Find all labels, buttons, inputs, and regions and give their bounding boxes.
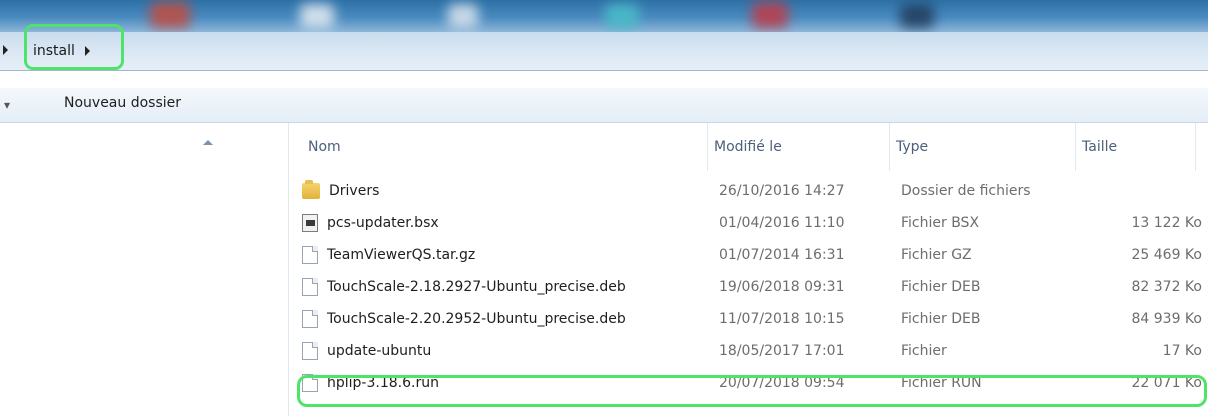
column-header-name[interactable]: Nom [302,123,708,171]
file-list: Nom Modifié le Type Taille Drivers 26/10… [290,123,1208,416]
file-size: 13 122 Ko [1131,215,1203,231]
sort-ascending-icon [203,140,213,145]
document-icon [302,278,318,296]
document-icon [302,310,318,328]
folder-icon [302,180,320,199]
file-name: TouchScale-2.18.2927-Ubuntu_precise.deb [327,279,626,295]
file-type: Fichier DEB [901,311,981,327]
file-modified: 11/07/2018 10:15 [719,311,845,327]
address-bar[interactable]: install [0,32,1208,71]
file-size [1052,179,1202,203]
file-row-touchscale-2-18[interactable]: TouchScale-2.18.2927-Ubuntu_precise.deb … [302,275,1204,299]
document-icon [302,246,318,264]
column-header-size-label: Taille [1082,139,1118,155]
file-modified: 26/10/2016 14:27 [719,183,845,199]
file-type: Fichier GZ [901,247,972,263]
file-row-pcs-updater[interactable]: pcs-updater.bsx 01/04/2016 11:10 Fichier… [302,211,1204,235]
file-modified: 01/04/2016 11:10 [719,215,845,231]
file-name: TouchScale-2.20.2952-Ubuntu_precise.deb [327,311,626,327]
file-modified: 01/07/2014 16:31 [719,247,845,263]
file-modified: 19/06/2018 09:31 [719,279,845,295]
file-name: pcs-updater.bsx [327,215,439,231]
new-folder-button[interactable]: Nouveau dossier [62,94,183,112]
column-header-type[interactable]: Type [890,123,1076,171]
file-size: 17 Ko [1162,343,1202,359]
toolbar: ▾ Nouveau dossier [0,88,1208,123]
blurred-app-icon [752,2,788,28]
column-header-size[interactable]: Taille [1076,123,1196,171]
navigation-pane[interactable] [0,123,289,416]
window-title-strip [0,0,1208,32]
blurred-app-icon [300,4,334,28]
file-row-update-ubuntu[interactable]: update-ubuntu 18/05/2017 17:01 Fichier 1… [302,339,1204,363]
file-size: 82 372 Ko [1131,279,1203,295]
file-name: TeamViewerQS.tar.gz [327,247,476,263]
blurred-app-icon [900,4,934,28]
file-modified: 18/05/2017 17:01 [719,343,845,359]
column-header-modified[interactable]: Modifié le [708,123,890,171]
file-row-drivers[interactable]: Drivers 26/10/2016 14:27 Dossier de fich… [302,179,1204,203]
file-name: update-ubuntu [327,343,432,359]
document-icon [302,342,318,360]
breadcrumb-expand-icon[interactable] [3,45,8,55]
toolbar-dropdown-icon[interactable]: ▾ [4,98,10,112]
file-size: 84 939 Ko [1131,311,1203,327]
file-row-touchscale-2-20[interactable]: TouchScale-2.20.2952-Ubuntu_precise.deb … [302,307,1204,331]
file-type: Fichier BSX [901,215,980,231]
file-type: Dossier de fichiers [901,183,1031,199]
file-name: Drivers [329,183,380,199]
column-header-name-label: Nom [308,139,341,155]
blurred-app-icon [605,4,639,28]
column-header-type-label: Type [896,139,929,155]
highlight-box-hplip-row [297,375,1207,407]
file-type: Fichier DEB [901,279,981,295]
highlight-box-breadcrumb [24,24,124,70]
bsx-file-icon [302,214,318,232]
file-row-teamviewer[interactable]: TeamViewerQS.tar.gz 01/07/2014 16:31 Fic… [302,243,1204,267]
file-type: Fichier [901,343,947,359]
blurred-app-icon [448,4,478,28]
blurred-app-icon [150,2,190,28]
file-size: 25 469 Ko [1131,247,1203,263]
column-header-modified-label: Modifié le [714,139,782,155]
